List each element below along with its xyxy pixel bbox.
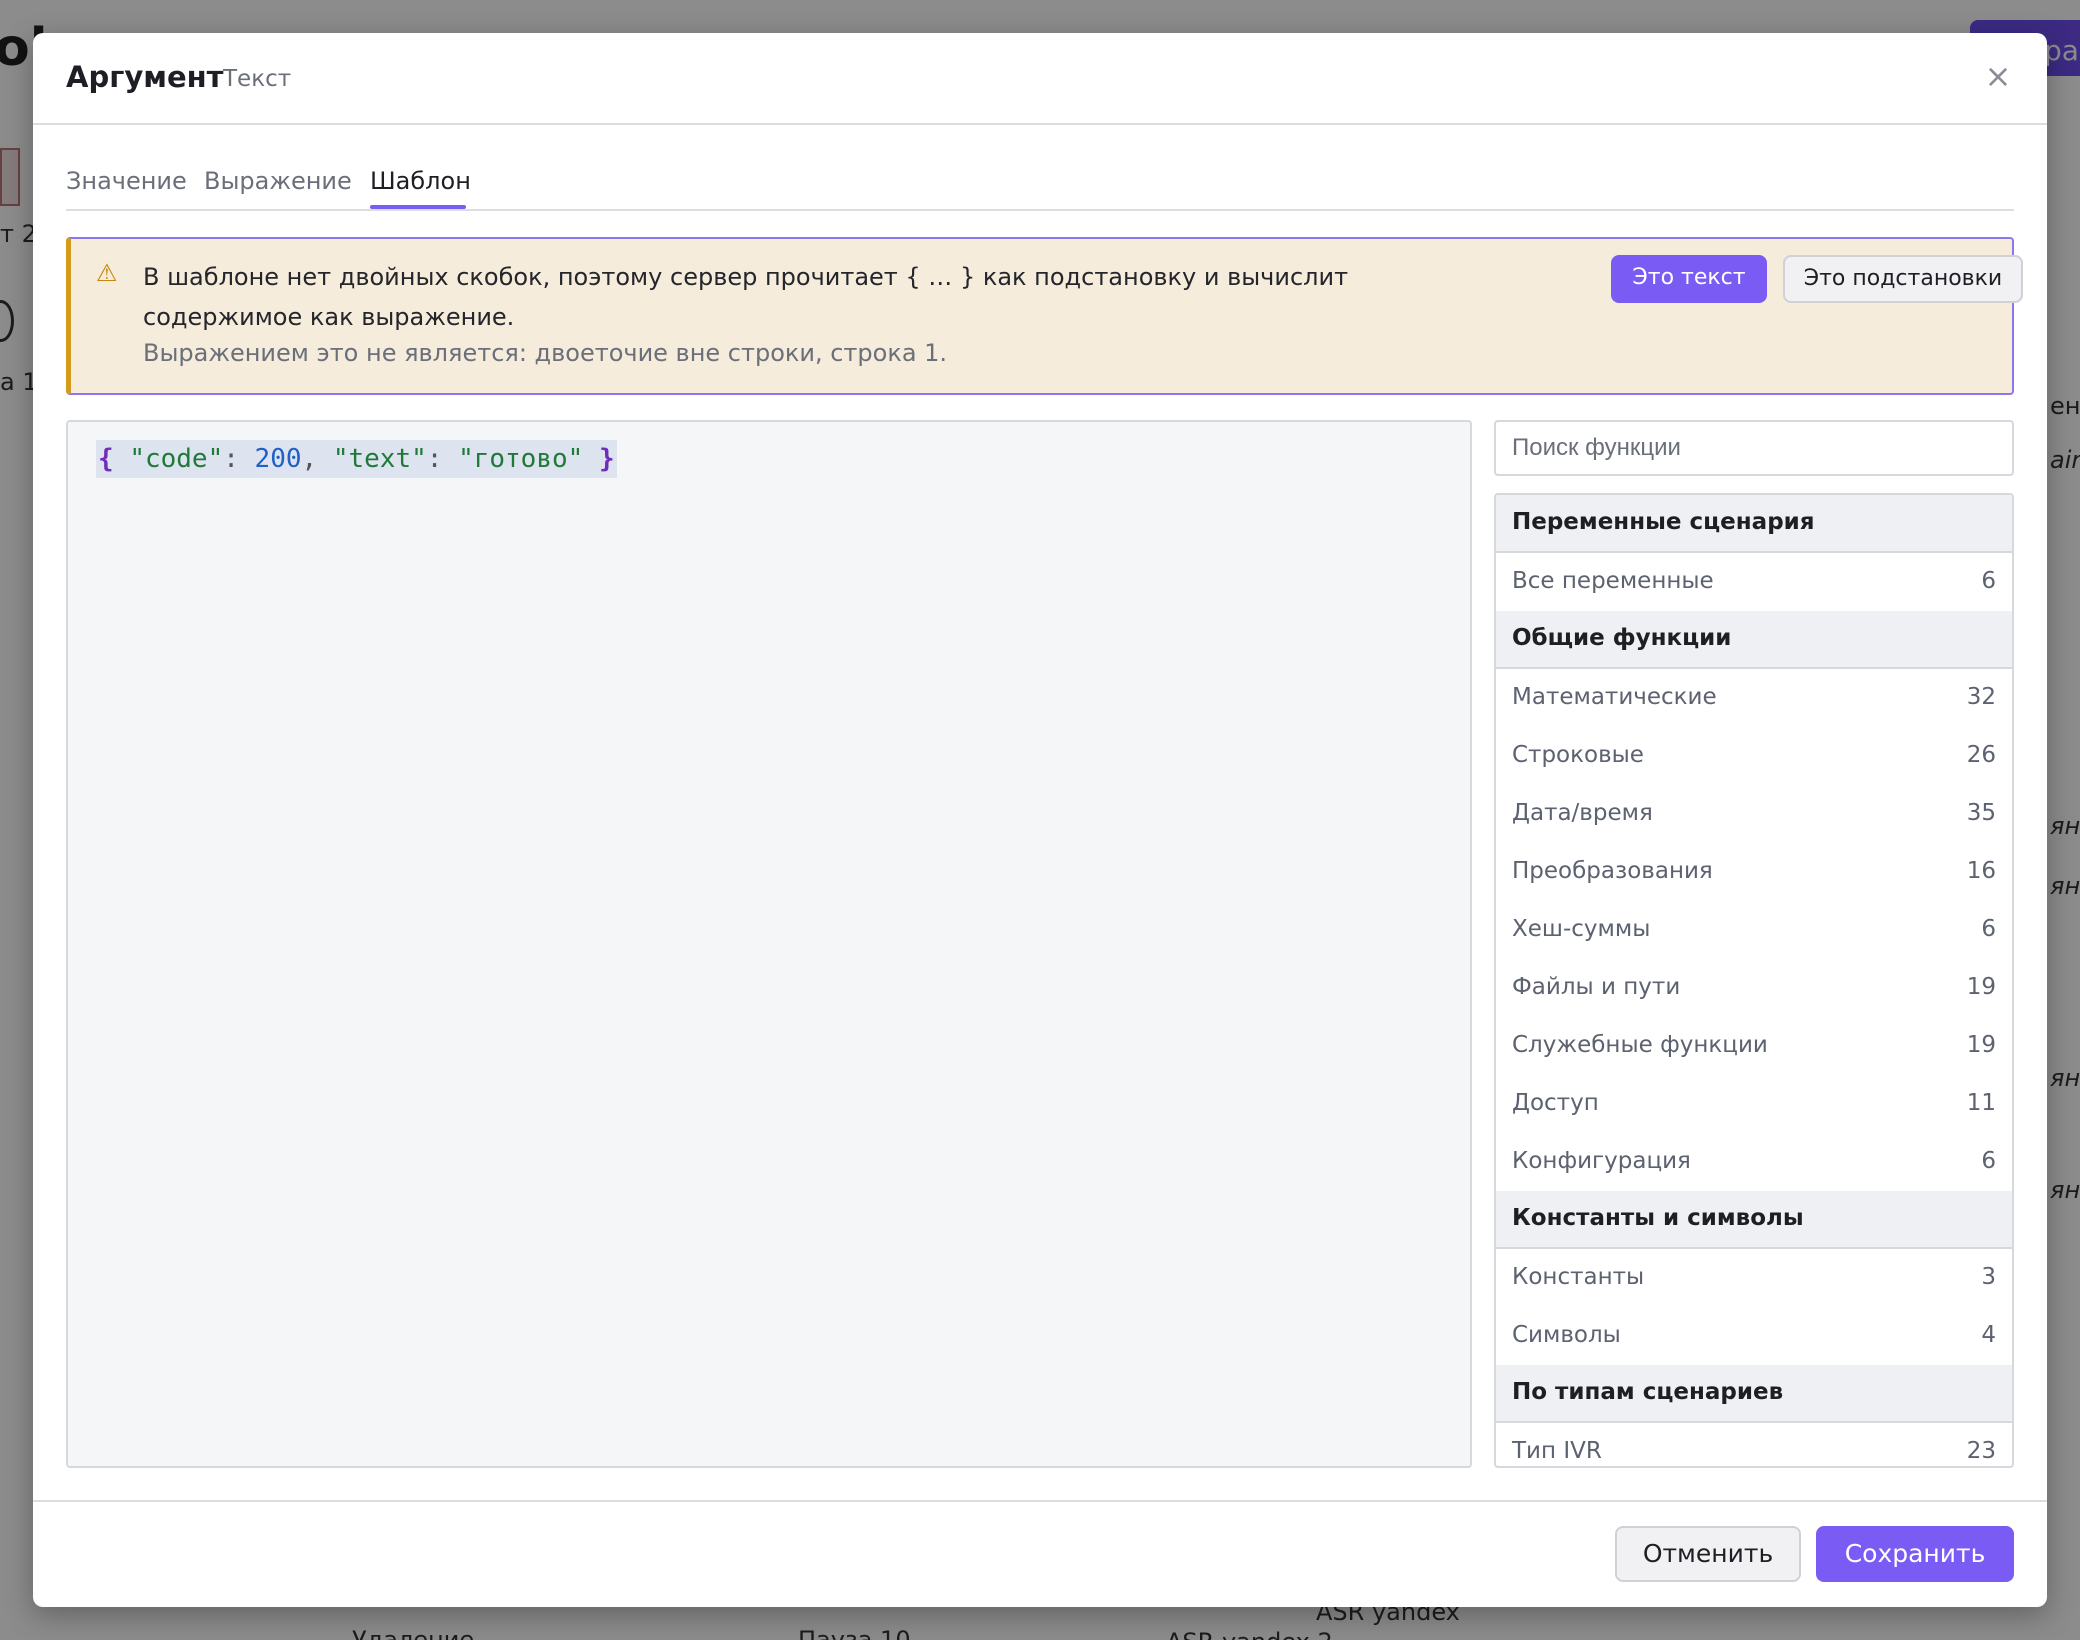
function-category-label: Все переменные — [1512, 568, 1714, 594]
function-category-item[interactable]: Преобразования 16 — [1496, 843, 2012, 901]
function-category-count: 35 — [1966, 800, 1996, 826]
function-category-label: Символы — [1512, 1322, 1621, 1348]
function-category-count: 4 — [1981, 1322, 1996, 1348]
function-group-header: Константы и символы — [1496, 1191, 2012, 1249]
function-category-item[interactable]: Все переменные 6 — [1496, 553, 2012, 611]
function-category-count: 26 — [1966, 742, 1996, 768]
function-category-count: 16 — [1966, 858, 1996, 884]
warning-icon: ⚠ — [96, 259, 118, 287]
function-category-label: Константы — [1512, 1264, 1645, 1290]
function-category-count: 6 — [1981, 916, 1996, 942]
function-category-item[interactable]: Дата/время 35 — [1496, 785, 2012, 843]
warning-detail: Выражением это не является: двоеточие вн… — [143, 339, 948, 367]
template-warning-banner: ⚠ В шаблоне нет двойных скобок, поэтому … — [66, 237, 2023, 395]
function-category-item[interactable]: Хеш-суммы 6 — [1496, 901, 2012, 959]
function-category-item[interactable]: Символы 4 — [1496, 1307, 2012, 1365]
function-category-item[interactable]: Служебные функции 19 — [1496, 1017, 2012, 1075]
function-category-count: 23 — [1966, 1438, 1996, 1464]
close-icon[interactable]: × — [1983, 60, 2013, 92]
function-category-label: Файлы и пути — [1512, 974, 1681, 1000]
function-category-label: Доступ — [1512, 1090, 1599, 1116]
cancel-button[interactable]: Отменить — [1615, 1526, 1801, 1582]
argument-dialog: Аргумент Текст × Значение Выражение Шабл… — [33, 33, 2047, 1607]
function-category-item[interactable]: Тип IVR 23 — [1496, 1423, 2012, 1466]
footer-divider — [33, 1500, 2047, 1502]
code-key: "text" — [332, 444, 427, 474]
code-colon: : — [426, 444, 443, 474]
code-colon: : — [223, 444, 239, 474]
warning-message: В шаблоне нет двойных скобок, поэтому се… — [143, 263, 1349, 331]
tab-value[interactable]: Значение — [66, 167, 187, 195]
code-brace: } — [598, 444, 615, 474]
code-key: "code" — [129, 444, 224, 474]
save-button[interactable]: Сохранить — [1816, 1526, 2014, 1582]
function-category-label: Математические — [1512, 684, 1717, 710]
function-category-count: 19 — [1966, 1032, 1996, 1058]
function-category-count: 6 — [1981, 1148, 1996, 1174]
function-category-count: 19 — [1966, 974, 1996, 1000]
tab-template[interactable]: Шаблон — [370, 167, 471, 195]
function-category-count: 6 — [1981, 568, 1996, 594]
treat-as-text-button[interactable]: Это текст — [1611, 255, 1767, 303]
function-category-label: Служебные функции — [1512, 1032, 1768, 1058]
function-category-label: Конфигурация — [1512, 1148, 1691, 1174]
function-list: Переменные сценария Все переменные 6 Общие … — [1494, 493, 2014, 1468]
function-category-label: Хеш-суммы — [1512, 916, 1651, 942]
function-category-item[interactable]: Конфигурация 6 — [1496, 1133, 2012, 1191]
function-category-label: Преобразования — [1512, 858, 1713, 884]
function-category-item[interactable]: Доступ 11 — [1496, 1075, 2012, 1133]
function-group-header: Переменные сценария — [1496, 495, 2012, 553]
code-string: "готово" — [458, 444, 584, 474]
function-category-item[interactable]: Строковые 26 — [1496, 727, 2012, 785]
code-comma: , — [301, 444, 318, 474]
function-category-item[interactable]: Файлы и пути 19 — [1496, 959, 2012, 1017]
code-brace: { — [98, 444, 114, 474]
template-editor[interactable]: { "code": 200, "text": "готово" } — [66, 420, 1472, 1468]
active-tab-indicator — [370, 205, 466, 209]
mode-tabs: Значение Выражение Шаблон — [66, 153, 2014, 211]
function-category-item[interactable]: Константы 3 — [1496, 1249, 2012, 1307]
dialog-header: Аргумент Текст × — [33, 33, 2047, 125]
dialog-title: Аргумент — [66, 60, 224, 94]
dialog-subtitle: Текст — [223, 66, 292, 92]
function-category-count: 3 — [1981, 1264, 1996, 1290]
function-category-label: Строковые — [1512, 742, 1644, 768]
function-search-input[interactable] — [1494, 420, 2014, 476]
function-category-count: 32 — [1966, 684, 1996, 710]
code-line: { "code": 200, "text": "готово" } — [96, 440, 617, 478]
function-category-label: Дата/время — [1512, 800, 1653, 826]
function-category-item[interactable]: Математические 32 — [1496, 669, 2012, 727]
treat-as-substitution-button[interactable]: Это подстановки — [1783, 255, 2023, 303]
function-group-header: По типам сценариев — [1496, 1365, 2012, 1423]
tab-expression[interactable]: Выражение — [204, 167, 352, 195]
code-number: 200 — [254, 444, 302, 474]
function-category-label: Тип IVR — [1512, 1438, 1602, 1464]
function-category-count: 11 — [1966, 1090, 1996, 1116]
function-group-header: Общие функции — [1496, 611, 2012, 669]
